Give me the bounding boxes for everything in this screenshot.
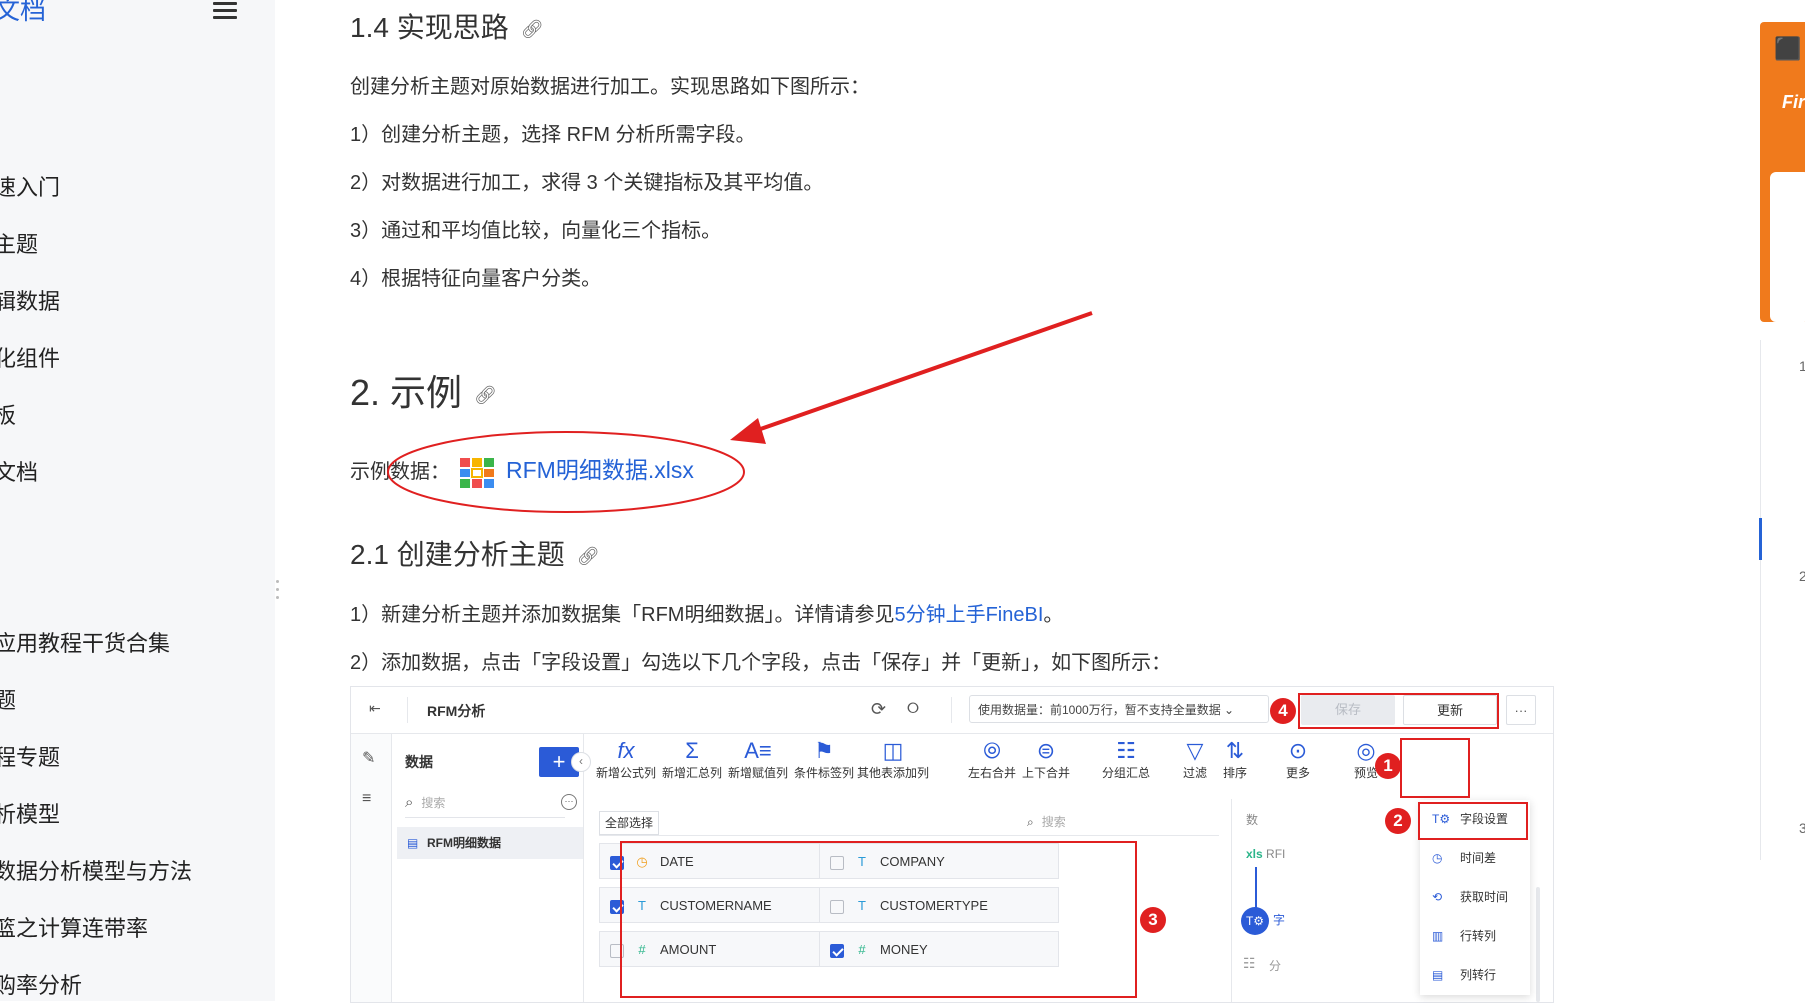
annotation-ellipse — [387, 431, 745, 513]
toc-active-marker — [1759, 518, 1762, 560]
annotation-arrow-line — [751, 311, 1093, 434]
toc-number[interactable]: 1 — [1799, 358, 1805, 374]
toc-number[interactable]: 3 — [1799, 820, 1805, 836]
toc-number[interactable]: 2 — [1799, 568, 1805, 584]
annotation-overlay — [387, 311, 1093, 513]
promo-banner[interactable]: ⬛ Fir — [1760, 22, 1805, 322]
banner-brand: Fir — [1782, 92, 1805, 112]
table-of-contents: 1 2 3 — [1759, 340, 1805, 860]
banner-card — [1770, 172, 1805, 322]
brand-logo-icon: ⬛ — [1774, 36, 1802, 61]
annotation-arrowhead — [730, 418, 766, 444]
